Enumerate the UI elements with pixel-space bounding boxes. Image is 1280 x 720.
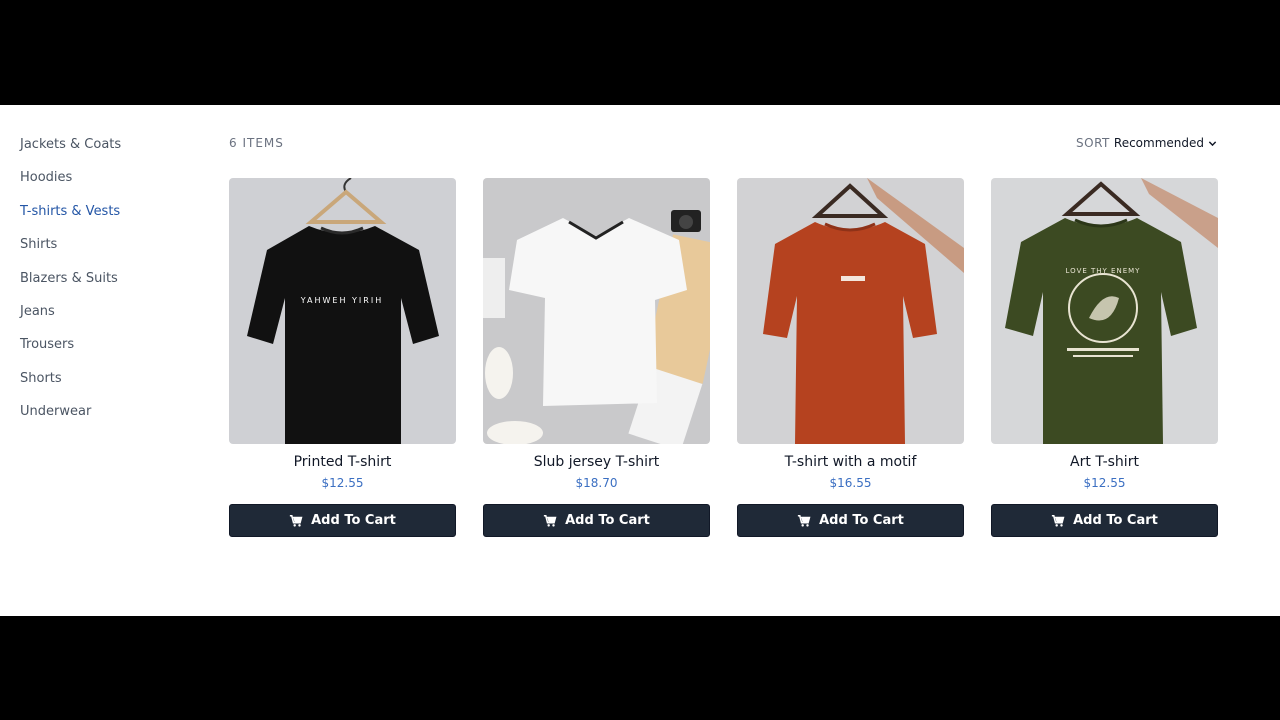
tshirt-image: LOVE THY ENEMY — [991, 178, 1218, 444]
shopping-cart-icon — [290, 514, 303, 527]
add-to-cart-label: Add To Cart — [565, 513, 650, 528]
product-name[interactable]: Printed T-shirt — [229, 454, 456, 470]
product-card: Slub jersey T-shirt $18.70 Add To Cart — [483, 178, 710, 537]
add-to-cart-button[interactable]: Add To Cart — [229, 504, 456, 537]
tshirt-image: YAHWEH YIRIH — [229, 178, 456, 444]
shopping-cart-icon — [1052, 514, 1065, 527]
product-image[interactable] — [737, 178, 964, 444]
chevron-down-icon — [1208, 140, 1217, 146]
sidebar-item-blazers-suits[interactable]: Blazers & Suits — [20, 264, 121, 297]
product-name[interactable]: Slub jersey T-shirt — [483, 454, 710, 470]
add-to-cart-button[interactable]: Add To Cart — [991, 504, 1218, 537]
shopping-cart-icon — [544, 514, 557, 527]
product-name[interactable]: Art T-shirt — [991, 454, 1218, 470]
sidebar-item-hoodies[interactable]: Hoodies — [20, 163, 121, 196]
add-to-cart-label: Add To Cart — [311, 513, 396, 528]
add-to-cart-label: Add To Cart — [819, 513, 904, 528]
product-name[interactable]: T-shirt with a motif — [737, 454, 964, 470]
product-card: YAHWEH YIRIH Printed T-shirt $12.55 Add … — [229, 178, 456, 537]
svg-text:LOVE THY ENEMY: LOVE THY ENEMY — [1066, 267, 1141, 275]
product-card: T-shirt with a motif $16.55 Add To Cart — [737, 178, 964, 537]
add-to-cart-button[interactable]: Add To Cart — [737, 504, 964, 537]
add-to-cart-button[interactable]: Add To Cart — [483, 504, 710, 537]
add-to-cart-label: Add To Cart — [1073, 513, 1158, 528]
product-card: LOVE THY ENEMY Art T-shirt $12.55 Add To… — [991, 178, 1218, 537]
sidebar-item-shirts[interactable]: Shirts — [20, 230, 121, 263]
product-price: $16.55 — [829, 476, 872, 490]
sort-value: Recommended — [1113, 136, 1204, 150]
product-grid: YAHWEH YIRIH Printed T-shirt $12.55 Add … — [229, 178, 1218, 537]
sort-dropdown[interactable]: SORT Recommended — [1076, 136, 1217, 150]
product-image[interactable]: LOVE THY ENEMY — [991, 178, 1218, 444]
sort-label: SORT — [1076, 136, 1110, 150]
product-price: $12.55 — [321, 476, 364, 490]
shopping-cart-icon — [798, 514, 811, 527]
category-sidebar: Jackets & Coats Hoodies T-shirts & Vests… — [20, 130, 121, 431]
sidebar-item-shorts[interactable]: Shorts — [20, 364, 121, 397]
product-image[interactable]: YAHWEH YIRIH — [229, 178, 456, 444]
product-price: $12.55 — [1083, 476, 1126, 490]
product-image[interactable] — [483, 178, 710, 444]
sidebar-item-jackets-coats[interactable]: Jackets & Coats — [20, 130, 121, 163]
sidebar-item-jeans[interactable]: Jeans — [20, 297, 121, 330]
product-price: $18.70 — [575, 476, 618, 490]
page: Jackets & Coats Hoodies T-shirts & Vests… — [0, 105, 1280, 616]
tshirt-image — [483, 178, 710, 444]
sidebar-item-trousers[interactable]: Trousers — [20, 330, 121, 363]
sidebar-item-tshirts-vests[interactable]: T-shirts & Vests — [20, 197, 121, 230]
item-count: 6 ITEMS — [229, 136, 284, 150]
sidebar-item-underwear[interactable]: Underwear — [20, 397, 121, 430]
tshirt-image — [737, 178, 964, 444]
svg-text:YAHWEH YIRIH: YAHWEH YIRIH — [300, 296, 383, 305]
